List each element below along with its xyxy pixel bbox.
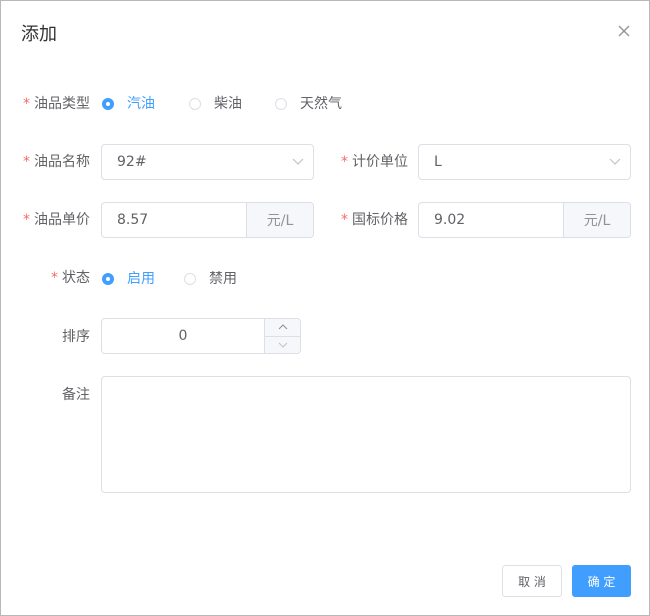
required-mark: * xyxy=(23,212,30,228)
close-icon xyxy=(618,25,630,37)
price-unit-value: L xyxy=(434,154,442,170)
status-label-text: 状态 xyxy=(62,270,90,286)
add-dialog: 添加 * 油品类型 汽油 柴油 天然气 * 油品名称 92# * 计价单位 L * 油品… xyxy=(0,0,650,616)
cancel-button[interactable]: 取 消 xyxy=(502,565,562,597)
oil-type-label-text: 油品类型 xyxy=(34,96,90,112)
unit-price-label: * 油品单价 xyxy=(23,210,90,230)
oil-name-label: * 油品名称 xyxy=(23,152,90,172)
remark-label: 备注 xyxy=(62,387,90,403)
radio-status-disabled[interactable]: 禁用 xyxy=(184,269,237,289)
price-unit-select[interactable]: L xyxy=(418,144,631,180)
sort-label: 排序 xyxy=(62,329,90,345)
required-mark: * xyxy=(51,270,58,286)
radio-dot xyxy=(275,98,287,110)
required-mark: * xyxy=(341,212,348,228)
radio-oil-type-gasoline[interactable]: 汽油 xyxy=(102,94,155,114)
oil-name-select[interactable]: 92# xyxy=(101,144,314,180)
sort-value: 0 xyxy=(178,328,188,344)
price-unit-label-text: 计价单位 xyxy=(352,154,408,170)
oil-name-value: 92# xyxy=(117,154,147,170)
required-mark: * xyxy=(23,154,30,170)
radio-label: 启用 xyxy=(127,271,155,287)
radio-dot xyxy=(102,98,114,110)
oil-type-label: * 油品类型 xyxy=(23,94,90,114)
remark-textarea[interactable] xyxy=(101,376,631,493)
unit-price-input[interactable]: 8.57 元/L xyxy=(101,202,314,238)
radio-dot xyxy=(189,98,201,110)
sort-stepper xyxy=(264,319,300,353)
increase-button[interactable] xyxy=(265,319,300,337)
chevron-up-icon xyxy=(278,324,287,330)
confirm-button[interactable]: 确 定 xyxy=(572,565,631,597)
radio-oil-type-diesel[interactable]: 柴油 xyxy=(189,94,242,114)
national-price-input[interactable]: 9.02 元/L xyxy=(418,202,631,238)
radio-dot xyxy=(102,273,114,285)
unit-price-suffix: 元/L xyxy=(246,203,313,237)
required-mark: * xyxy=(23,96,30,112)
chevron-down-icon xyxy=(278,342,287,348)
chevron-down-icon xyxy=(600,145,630,179)
national-price-suffix: 元/L xyxy=(563,203,630,237)
national-price-label: * 国标价格 xyxy=(341,210,408,230)
radio-status-enabled[interactable]: 启用 xyxy=(102,269,155,289)
status-label: * 状态 xyxy=(51,268,90,288)
price-unit-label: * 计价单位 xyxy=(341,152,408,172)
radio-label: 禁用 xyxy=(209,271,237,287)
oil-name-label-text: 油品名称 xyxy=(34,154,90,170)
decrease-button[interactable] xyxy=(265,337,300,354)
dialog-title: 添加 xyxy=(21,24,57,45)
national-price-label-text: 国标价格 xyxy=(352,212,408,228)
radio-label: 柴油 xyxy=(214,96,242,112)
radio-oil-type-natural-gas[interactable]: 天然气 xyxy=(275,94,342,114)
unit-price-value: 8.57 xyxy=(117,212,149,228)
required-mark: * xyxy=(341,154,348,170)
close-button[interactable] xyxy=(614,21,634,41)
radio-label: 天然气 xyxy=(300,96,342,112)
chevron-down-icon xyxy=(283,145,313,179)
sort-number-input[interactable]: 0 xyxy=(101,318,301,354)
national-price-value: 9.02 xyxy=(434,212,466,228)
unit-price-label-text: 油品单价 xyxy=(34,212,90,228)
radio-dot xyxy=(184,273,196,285)
radio-label: 汽油 xyxy=(127,96,155,112)
